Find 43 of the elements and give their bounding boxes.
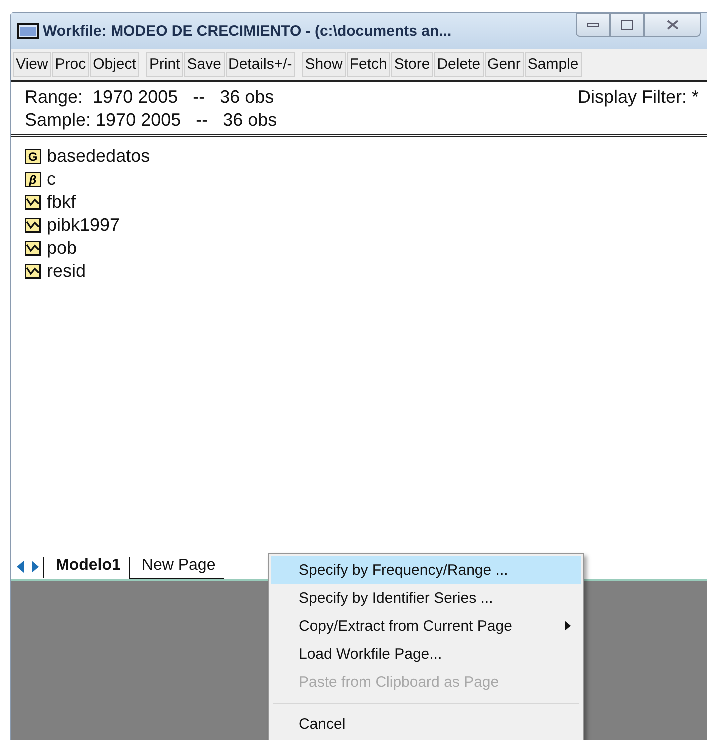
menu-item[interactable]: Specify by Identifier Series ... [271,584,581,612]
series-icon [25,264,41,279]
object-name[interactable]: basededatos [47,146,150,167]
toolbar-button[interactable]: Fetch [346,52,390,77]
series-icon [25,218,41,233]
toolbar-button[interactable]: Genr [484,52,524,77]
display-filter-text: Display Filter: * [578,86,699,109]
menu-item[interactable]: Load Workfile Page... [271,640,581,668]
toolbar-button[interactable]: Details+/- [226,52,296,77]
toolbar-button[interactable]: Sample [524,52,582,77]
close-icon [666,20,678,30]
sample-text: Sample: 1970 2005 -- 36 obs [25,109,278,132]
toolbar-button[interactable]: View [13,52,52,77]
coefficient-icon: β [25,172,41,187]
menu-item[interactable]: Copy/Extract from Current Page [271,612,581,640]
toolbar-button[interactable]: Show [302,52,346,77]
object-name[interactable]: fbkf [47,192,76,213]
maximize-button[interactable] [610,13,644,37]
minimize-button[interactable] [576,13,610,37]
toolbar-button[interactable]: Delete [434,52,484,77]
range-text: Range: 1970 2005 -- 36 obs [25,86,276,109]
object-name[interactable]: resid [47,261,86,282]
maximize-icon [621,20,633,30]
previous-icon[interactable] [17,561,25,573]
toolbar-button[interactable]: Proc [52,52,90,77]
toolbar-button[interactable]: Store [391,52,434,77]
page-tab[interactable]: New Page [128,557,224,579]
window-icon [17,23,39,39]
series-icon [25,241,41,256]
toolbar-button[interactable]: Object [90,52,140,77]
group-icon: G [25,149,41,164]
next-icon[interactable] [31,561,39,573]
close-button[interactable] [644,13,701,37]
object-name[interactable]: c [47,169,56,190]
toolbar-button[interactable]: Save [184,52,224,77]
menu-item[interactable]: Cancel [271,710,581,738]
object-name[interactable]: pob [47,238,78,259]
toolbar-button[interactable]: Print [146,52,184,77]
menu-item[interactable]: Specify by Frequency/Range ... [271,556,581,584]
series-icon [25,195,41,210]
object-name[interactable]: pibk1997 [47,215,120,236]
minimize-icon [587,22,599,28]
window-title: Workfile: MODEO DE CRECIMIENTO - (c:\documents an... [43,22,453,40]
